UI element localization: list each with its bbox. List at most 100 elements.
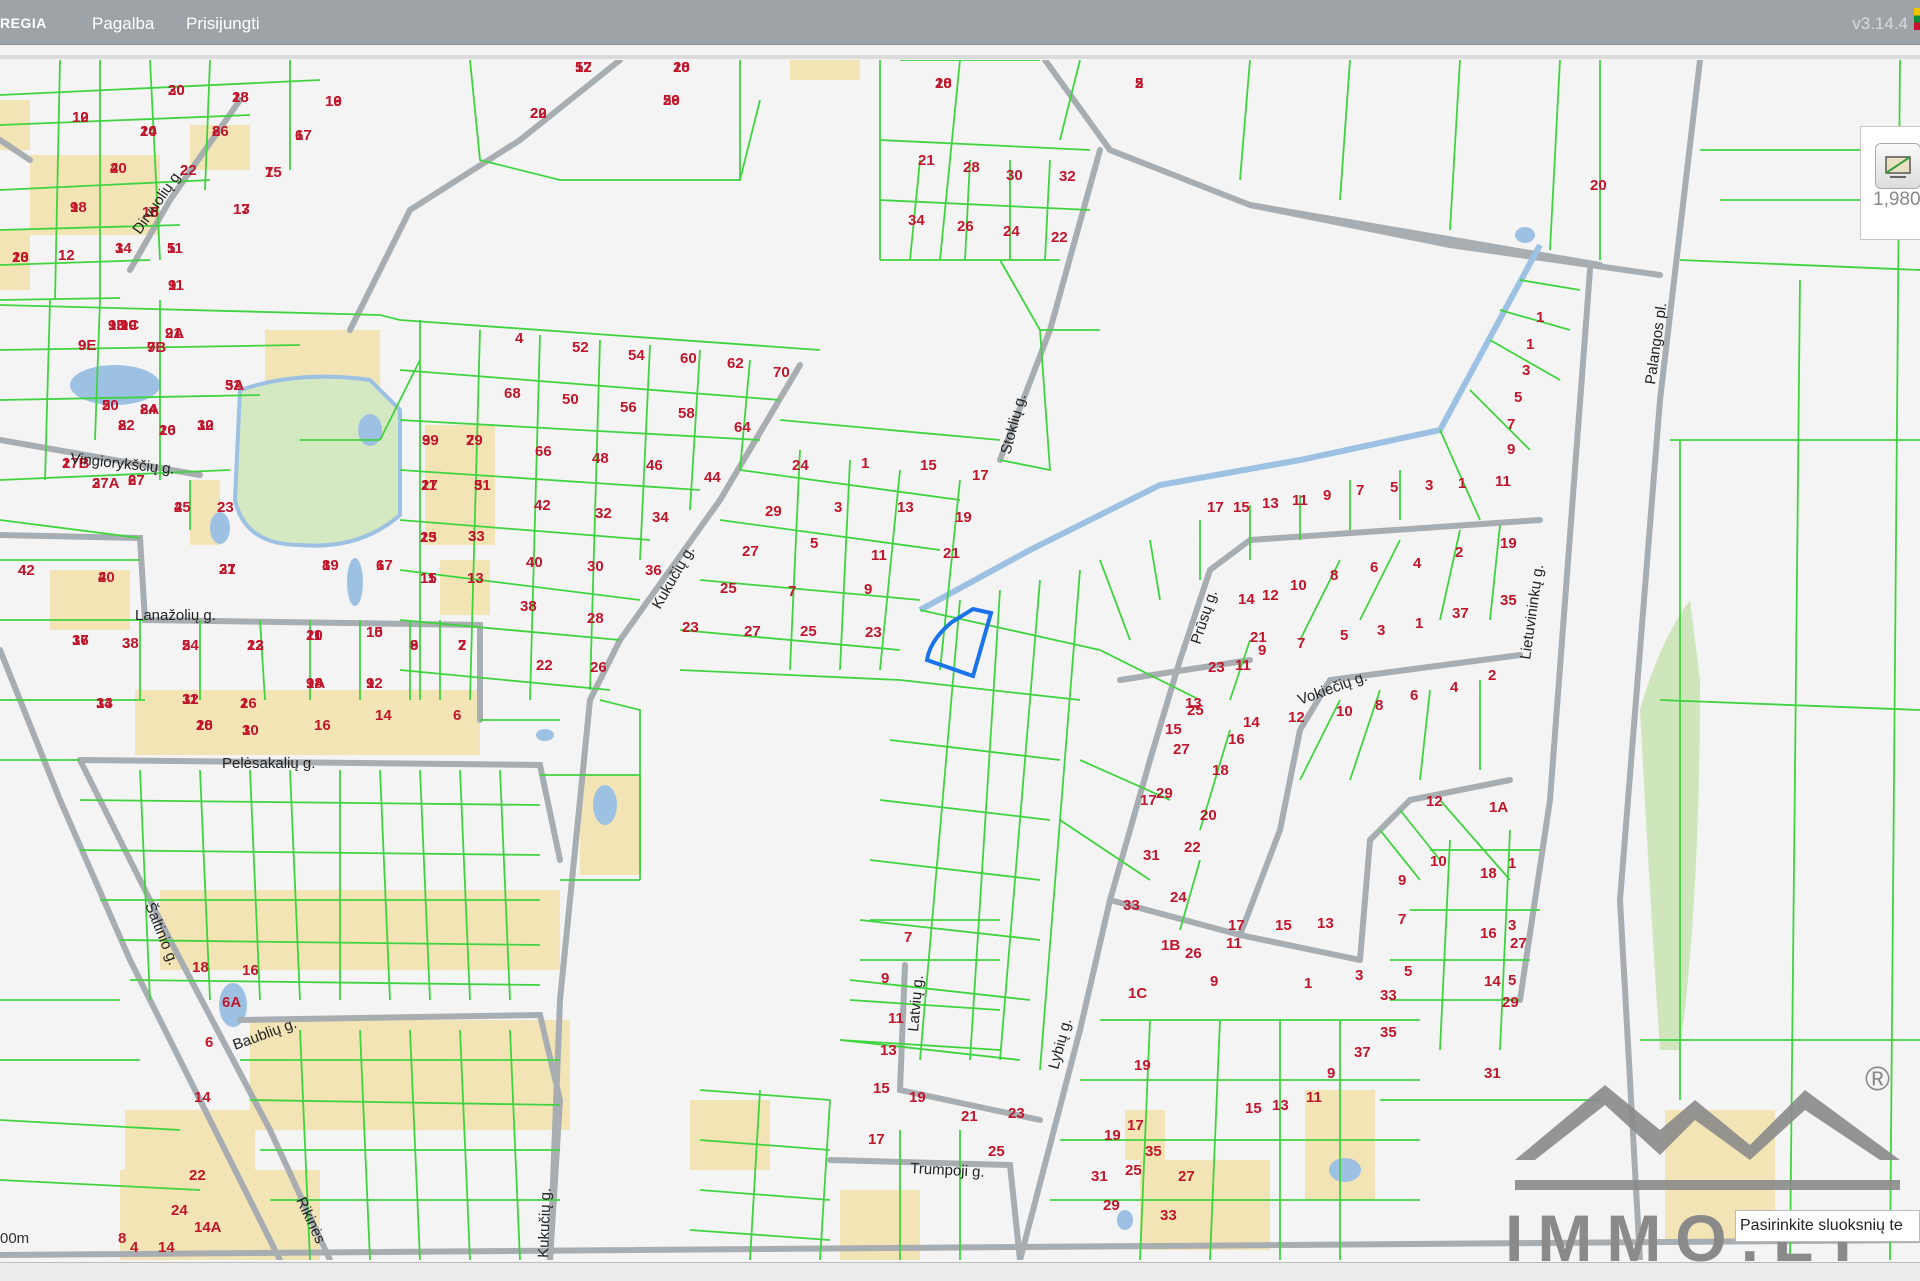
map-layers-icon[interactable]: [1875, 143, 1920, 189]
lot-number-label: 13: [1272, 1097, 1289, 1114]
lot-number-label: 32: [1059, 168, 1076, 185]
lot-number-label: 27: [1178, 1168, 1195, 1185]
lot-number-label: 6: [128, 472, 136, 489]
lot-number-label: 26: [590, 659, 607, 676]
lot-number-label: 16: [1228, 731, 1245, 748]
lot-number-label: 10: [196, 717, 213, 734]
lot-number-label: 23: [1008, 1105, 1025, 1122]
language-flag-icon[interactable]: [1914, 8, 1920, 30]
toolbar-divider: [0, 55, 1920, 59]
lot-number-label: 6: [1370, 559, 1378, 576]
lot-number-label: 34: [908, 212, 925, 229]
lot-number-label: 5: [182, 637, 190, 654]
lot-number-label: 40: [526, 554, 543, 571]
lot-number-label: 35: [1380, 1024, 1397, 1041]
lot-number-label: 19: [955, 509, 972, 526]
lot-number-label: 11: [182, 691, 198, 708]
lot-number-label: 26: [957, 218, 974, 235]
street-stokliu: Stoklių g.: [997, 392, 1029, 456]
scale-bar-label: 00m: [0, 1230, 30, 1247]
lot-number-label: 50: [562, 391, 579, 408]
lot-number-label: 58: [678, 405, 695, 422]
lot-number-label: 15: [873, 1080, 890, 1097]
lot-number-label: 14: [1238, 591, 1255, 608]
lot-number-label: 31: [1484, 1065, 1501, 1082]
lot-number-label: 29: [765, 503, 782, 520]
lot-number-label: 8: [212, 123, 220, 140]
lot-number-label: 10: [1336, 703, 1353, 720]
lot-number-label: 17: [868, 1131, 885, 1148]
lot-number-label: 3: [834, 499, 842, 516]
lot-number-label: 2: [1488, 667, 1496, 684]
lot-number-label: 28: [587, 610, 604, 627]
lot-number-label: 13: [1317, 915, 1334, 932]
selected-parcel-outline[interactable]: [924, 606, 994, 679]
lot-number-label: 9: [1398, 872, 1406, 889]
lot-number-label: 1: [861, 455, 869, 472]
lot-number-label: 8: [118, 1230, 126, 1247]
lot-number-label: 23: [1208, 659, 1225, 676]
lot-number-label: 1: [240, 695, 248, 712]
lot-number-label: 1: [1458, 475, 1466, 492]
lot-number-label: 35: [1145, 1143, 1162, 1160]
lot-number-label: 25: [800, 623, 817, 640]
lot-number-label: 14A: [194, 1219, 222, 1236]
lot-number-label: 7: [147, 339, 155, 356]
lot-number-label: 17: [1140, 792, 1157, 809]
street-kukuciu-south: Kukučių g.: [535, 1188, 554, 1259]
lot-number-label: 9: [1210, 973, 1218, 990]
lot-number-label: 8A: [140, 401, 159, 418]
lot-number-label: 11: [168, 277, 184, 294]
lot-number-label: 24: [1170, 889, 1187, 906]
lot-number-label: 44: [704, 469, 721, 486]
lot-number-label: 7: [788, 583, 796, 600]
lot-number-label: 18: [192, 959, 209, 976]
lot-number-label: 22: [1184, 839, 1201, 856]
lot-number-label: 23: [865, 624, 882, 641]
lot-number-label: 21: [918, 152, 935, 169]
layer-select-hint[interactable]: Pasirinkite sluoksnių te: [1735, 1210, 1920, 1242]
lot-number-label: 31: [1143, 847, 1160, 864]
lot-number-label: 9: [366, 675, 374, 692]
registered-mark: ®: [1865, 1060, 1891, 1098]
lot-number-label: 17: [1228, 917, 1245, 934]
lot-number-label: 7: [1507, 416, 1515, 433]
lot-number-label: 19: [120, 317, 137, 334]
lot-number-label: 20: [530, 105, 547, 122]
lot-number-label: 1: [242, 722, 250, 739]
lot-number-label: 19: [1500, 535, 1517, 552]
lot-number-label: 17: [972, 467, 989, 484]
lot-number-label: 4: [1450, 679, 1459, 696]
lot-number-label: 29: [1103, 1197, 1120, 1214]
lot-number-label: 26: [663, 92, 680, 109]
lot-number-label: 29: [466, 432, 483, 449]
lot-number-label: 17: [233, 201, 250, 218]
lot-number-label: 15: [1245, 1100, 1262, 1117]
lot-number-label: 5: [1508, 972, 1516, 989]
lot-number-label: 10: [159, 422, 176, 439]
lot-number-label: 52: [572, 339, 589, 356]
street-pelesakaliu: Pelėsakalių g.: [222, 755, 315, 772]
lot-number-label: 24: [1003, 223, 1020, 240]
lot-number-label: 24: [171, 1202, 188, 1219]
lot-number-label: 19: [1104, 1127, 1121, 1144]
lot-number-label: 3: [1425, 477, 1433, 494]
menu-login[interactable]: Prisijungti: [186, 14, 260, 34]
lot-number-label: 5: [1404, 963, 1412, 980]
lot-number-label: 27: [1173, 741, 1190, 758]
lot-number-label: 39: [422, 432, 439, 449]
lot-number-label: 37: [219, 561, 236, 578]
immo-logo: IMMO.LT ®: [1505, 1060, 1920, 1280]
lot-number-label: 1: [1526, 336, 1534, 353]
lot-number-label: 70: [773, 364, 790, 381]
lot-number-label: 29: [1156, 785, 1173, 802]
lot-number-label: 12: [72, 109, 89, 126]
app-brand: REGIA: [0, 15, 47, 31]
lot-number-label: 9A: [306, 675, 325, 692]
lot-number-label: 36: [645, 562, 662, 579]
lot-number-label: 20: [1590, 177, 1607, 194]
menu-help[interactable]: Pagalba: [92, 14, 154, 34]
lot-number-label: 28: [935, 75, 952, 92]
lot-number-label: 15: [920, 457, 937, 474]
lot-number-label: 1C: [1128, 985, 1147, 1002]
